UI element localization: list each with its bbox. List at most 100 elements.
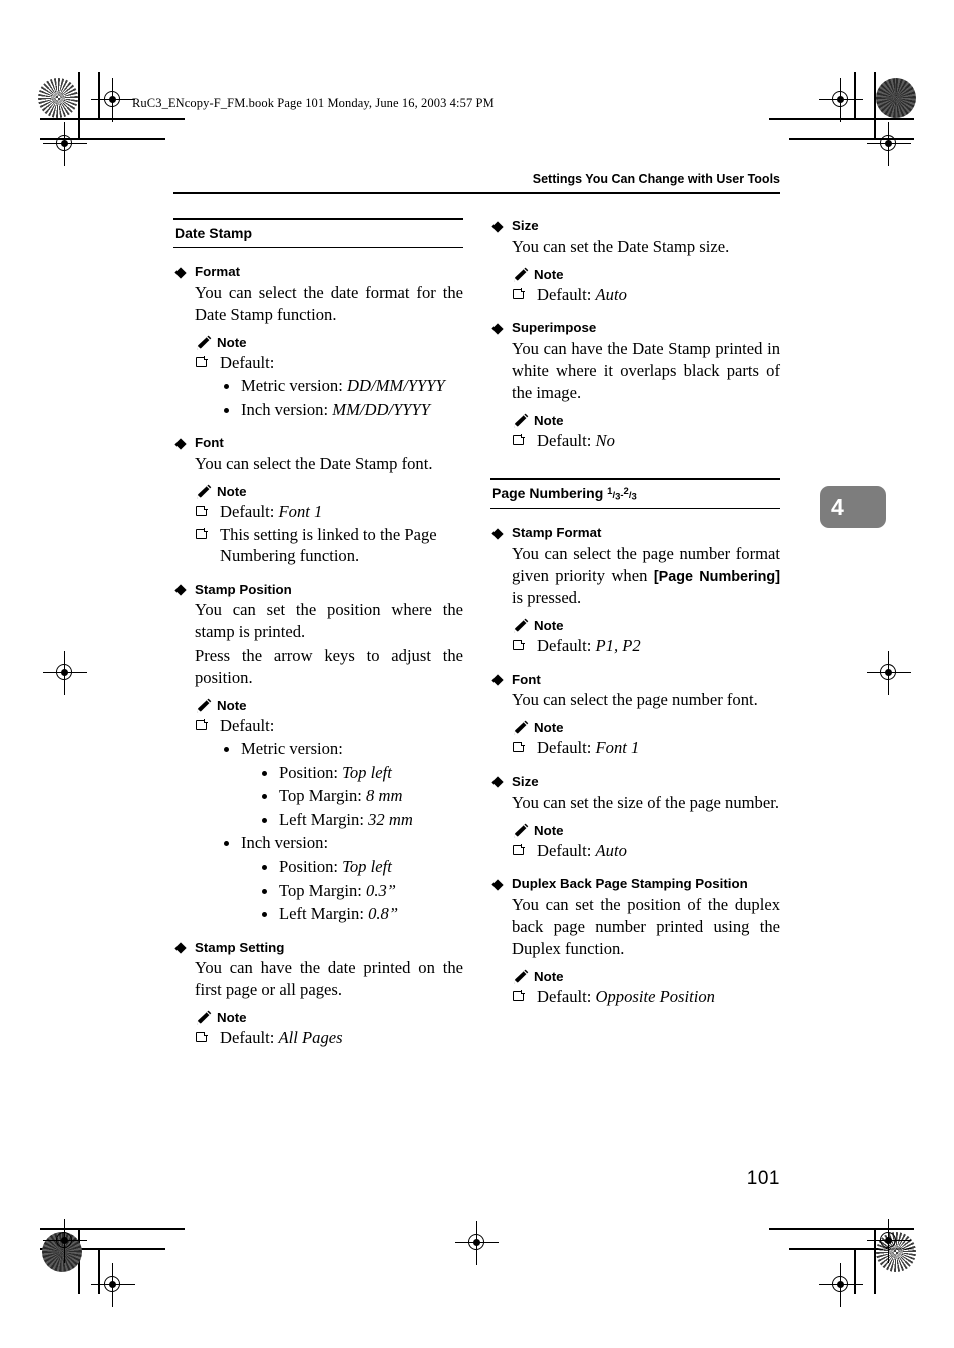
note-line: Default: All Pages (195, 1027, 463, 1049)
registration-mark (91, 78, 135, 122)
registration-mark (867, 1219, 911, 1263)
fraction-one-third: 1/3 (607, 485, 621, 503)
section-heading-label: Page Numbering (492, 484, 604, 501)
metric-entries: Position: Top left Top Margin: 8 mm Left… (241, 762, 463, 831)
pencil-icon (514, 267, 529, 282)
entry-superimpose: Superimpose You can have the Date Stamp … (490, 320, 780, 451)
entry-title-label: Size (512, 773, 539, 789)
registration-mark (867, 122, 911, 166)
note-line: Default: P1, P2 (512, 635, 780, 657)
list-item: Metric version: Position: Top left Top M… (221, 738, 463, 830)
entry-title-label: Superimpose (512, 320, 597, 336)
pencil-icon (197, 484, 212, 499)
note-text: Default: (537, 987, 596, 1007)
list-item-value: DD/MM/YYYY (347, 376, 445, 396)
note-flag-icon (513, 742, 524, 753)
list-item-label: Inch version: (241, 833, 329, 853)
page-number: 101 (746, 1168, 780, 1189)
note-heading: Note (512, 413, 780, 428)
entry-title-label: Font (195, 435, 224, 451)
note-block: Note Default: Metric version: Position: … (173, 698, 463, 925)
note-label: Note (534, 969, 564, 985)
note-flag-icon (196, 506, 207, 517)
diamond-bullet-icon (175, 267, 186, 278)
note-label: Note (534, 720, 564, 736)
note-value: Auto (595, 284, 627, 304)
note-heading: Note (512, 267, 780, 282)
list-item: Position: Top left (259, 856, 463, 878)
note-text: Default: (537, 636, 596, 656)
entry-body: You can have the Date Stamp printed in w… (512, 338, 780, 402)
entry-stamp-setting: Stamp Setting You can have the date prin… (173, 940, 463, 1049)
entry-font: Font You can select the Date Stamp font.… (173, 435, 463, 566)
note-label: Note (534, 413, 564, 429)
note-line: Default: No (512, 430, 780, 452)
pencil-icon (514, 823, 529, 838)
fraction-numerator: 2 (623, 485, 629, 497)
entry-title: Font (490, 672, 780, 689)
chapter-tab: 4 (820, 486, 886, 528)
list-item-value: MM/DD/YYYY (332, 399, 430, 419)
list-item: Metric version: DD/MM/YYYY (221, 375, 463, 397)
left-column: Date Stamp Format You can select the dat… (173, 218, 463, 1064)
list-item-label: Top Margin: (279, 786, 367, 806)
body-text-after: is pressed. (512, 588, 582, 608)
note-text: Default: (537, 840, 596, 860)
entry-body: You can select the date format for the D… (195, 282, 463, 324)
list-item-value: 32 mm (368, 809, 413, 829)
entry-body: You can have the date printed on the fir… (195, 958, 463, 1000)
pencil-icon (197, 335, 212, 350)
list-item: Inch version: MM/DD/YYYY (221, 399, 463, 421)
list-item-label: Left Margin: (279, 904, 369, 924)
list-item: Inch version: Position: Top left Top Mar… (221, 832, 463, 924)
diamond-bullet-icon (492, 879, 503, 890)
note-line: This setting is linked to the Page Numbe… (195, 524, 463, 567)
note-label: Note (534, 618, 564, 634)
note-block: Note Default: P1, P2 (490, 618, 780, 657)
note-label: Note (217, 697, 247, 713)
registration-mark (43, 651, 87, 695)
right-column: Size You can set the Date Stamp size. No… (490, 218, 780, 1023)
diamond-bullet-icon (492, 221, 503, 232)
note-text: Default: (537, 431, 596, 451)
note-flag-icon (513, 640, 524, 651)
list-item: Left Margin: 0.8” (259, 903, 463, 925)
note-heading: Note (195, 484, 463, 499)
diamond-bullet-icon (175, 943, 186, 954)
crop-line (769, 118, 914, 120)
entry-title-label: Duplex Back Page Stamping Position (512, 876, 748, 892)
list-item: Top Margin: 8 mm (259, 785, 463, 807)
list-item-value: Top left (342, 857, 392, 877)
note-block: Note Default: Opposite Position (490, 969, 780, 1008)
note-line: Default: (195, 352, 463, 374)
note-label: Note (534, 266, 564, 282)
note-text: Default: (537, 738, 596, 758)
diamond-bullet-icon (492, 777, 503, 788)
pencil-icon (197, 1011, 212, 1025)
note-heading: Note (512, 618, 780, 633)
note-block: Note Default: All Pages (173, 1010, 463, 1049)
list-item-value: Top left (342, 762, 392, 782)
entry-stamp-format: Stamp Format You can select the page num… (490, 525, 780, 656)
entry-title: Stamp Format (490, 525, 780, 542)
note-label: Note (217, 334, 247, 350)
halftone-dot (38, 78, 78, 118)
entry-body: You can select the page number format gi… (490, 543, 780, 609)
note-text: Default: (220, 1028, 279, 1048)
pencil-icon (197, 698, 212, 713)
crop-line (854, 1248, 856, 1294)
entry-stamp-position: Stamp Position You can set the position … (173, 582, 463, 925)
note-heading: Note (512, 969, 780, 984)
running-head-rule (173, 192, 780, 194)
note-value: All Pages (278, 1028, 343, 1048)
diamond-bullet-icon (175, 438, 186, 449)
list-item-label: Metric version: (241, 376, 347, 396)
entry-title: Size (490, 774, 780, 791)
note-heading: Note (512, 720, 780, 735)
note-flag-icon (513, 991, 524, 1002)
list-item-label: Metric version: (241, 739, 343, 759)
fraction-two-thirds: 2/3 (623, 485, 637, 503)
list-item: Left Margin: 32 mm (259, 809, 463, 831)
entry-title-label: Stamp Position (195, 581, 292, 597)
note-label: Note (217, 484, 247, 500)
